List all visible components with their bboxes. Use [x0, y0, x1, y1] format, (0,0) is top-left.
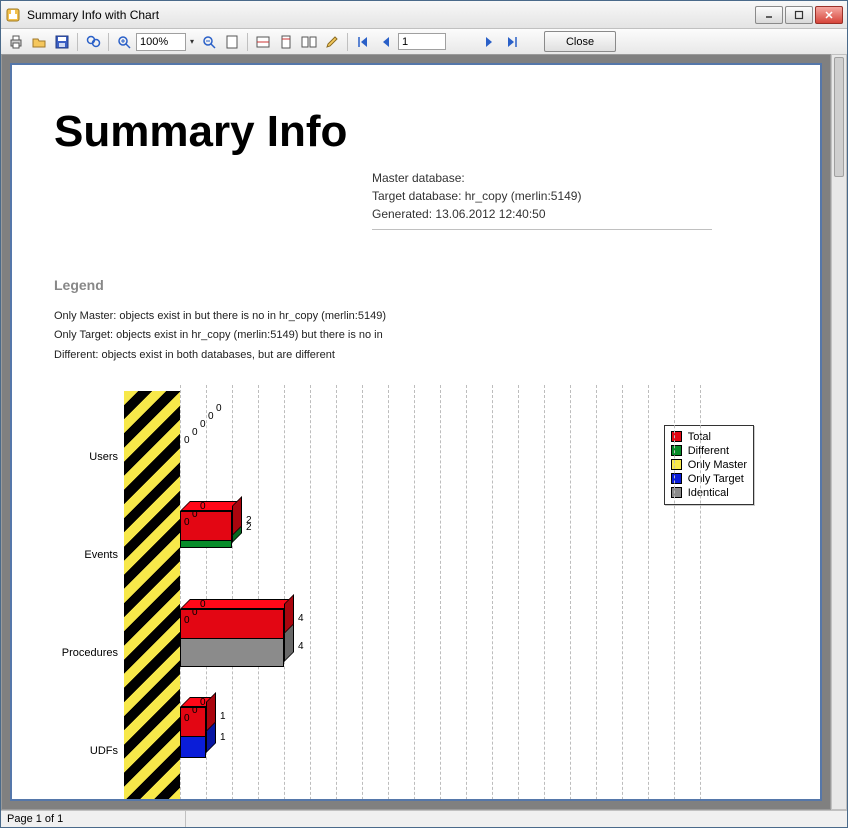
titlebar: Summary Info with Chart	[1, 1, 847, 29]
toolbar-separator	[247, 33, 248, 51]
chart-gridline	[674, 385, 675, 801]
toolbar: 100% ▾ 1 Close	[1, 29, 847, 55]
zoom-dropdown-icon[interactable]: ▾	[187, 33, 197, 51]
legend-line-only-master: Only Master: objects exist in but there …	[54, 307, 778, 326]
edit-icon[interactable]	[321, 32, 343, 52]
legend-descriptions: Only Master: objects exist in but there …	[54, 307, 778, 365]
chart-legend: Total Different Only Master Only Target …	[664, 425, 754, 505]
meta-generated-label: Generated:	[372, 207, 432, 221]
chart-gridline	[648, 385, 649, 801]
chart-gridline	[388, 385, 389, 801]
prev-page-icon[interactable]	[375, 32, 397, 52]
chart-gridline	[622, 385, 623, 801]
last-page-icon[interactable]	[501, 32, 523, 52]
status-page: Page 1 of 1	[1, 811, 186, 827]
window-controls	[755, 6, 843, 24]
chart-category-label: Events	[56, 549, 118, 561]
window-title: Summary Info with Chart	[27, 8, 755, 22]
toolbar-separator	[108, 33, 109, 51]
report-page: Summary Info Master database: Target dat…	[10, 63, 822, 801]
chart-gridline	[700, 385, 701, 801]
legend-swatch-identical	[671, 487, 682, 498]
meta-generated-value: 13.06.2012 12:40:50	[435, 207, 545, 221]
app-icon	[5, 7, 21, 23]
print-icon[interactable]	[5, 32, 27, 52]
page-width-icon[interactable]	[252, 32, 274, 52]
chart-gridline	[518, 385, 519, 801]
statusbar: Page 1 of 1	[1, 810, 847, 827]
window-maximize-button[interactable]	[785, 6, 813, 24]
toolbar-separator	[347, 33, 348, 51]
page-number-input[interactable]: 1	[398, 33, 446, 50]
chart-data-label: 2	[246, 515, 252, 526]
legend-label-identical: Identical	[688, 486, 729, 500]
first-page-icon[interactable]	[352, 32, 374, 52]
chart-zero-labels: 000	[184, 699, 190, 723]
chart-category-label: Procedures	[56, 647, 118, 659]
zoom-value: 100%	[140, 36, 168, 48]
window-close-button[interactable]	[815, 6, 843, 24]
legend-line-only-target: Only Target: objects exist in hr_copy (m…	[54, 326, 778, 345]
two-pages-icon[interactable]	[298, 32, 320, 52]
chart-category-label: UDFs	[56, 745, 118, 757]
next-page-icon[interactable]	[478, 32, 500, 52]
preview-viewport[interactable]: Summary Info Master database: Target dat…	[1, 54, 831, 810]
chart-gridline	[596, 385, 597, 801]
chart-gridline	[544, 385, 545, 801]
vertical-scrollbar[interactable]	[831, 54, 847, 810]
chart-hatch-strip	[124, 391, 180, 801]
scrollbar-thumb[interactable]	[834, 57, 844, 177]
window-minimize-button[interactable]	[755, 6, 783, 24]
whole-page-icon[interactable]	[275, 32, 297, 52]
chart-data-label: 4	[298, 613, 304, 624]
legend-label-only-target: Only Target	[688, 472, 744, 486]
page-number-value: 1	[402, 36, 408, 48]
chart-gridline	[258, 385, 259, 801]
chart-zero-labels: 000	[184, 601, 190, 625]
legend-swatch-only-master	[671, 459, 682, 470]
chart-gridline	[336, 385, 337, 801]
chart-data-label: 1	[220, 732, 226, 743]
chart-category-label: Users	[56, 451, 118, 463]
meta-block: Master database: Target database: hr_cop…	[372, 169, 712, 230]
chart-gridline	[284, 385, 285, 801]
chart-data-label: 4	[298, 641, 304, 652]
save-icon[interactable]	[51, 32, 73, 52]
chart-gridline	[232, 385, 233, 801]
zoom-input[interactable]: 100%	[136, 33, 186, 51]
legend-label-different: Different	[688, 444, 729, 458]
chart-gridline	[310, 385, 311, 801]
open-icon[interactable]	[28, 32, 50, 52]
page-title: Summary Info	[54, 107, 778, 157]
legend-swatch-different	[671, 445, 682, 456]
chart-gridline	[362, 385, 363, 801]
legend-line-different: Different: objects exist in both databas…	[54, 346, 778, 365]
chart-zero-labels: 00000	[184, 405, 190, 445]
chart-gridline	[570, 385, 571, 801]
legend-title: Legend	[54, 277, 778, 293]
toolbar-separator	[77, 33, 78, 51]
zoom-out-icon[interactable]	[198, 32, 220, 52]
chart-data-label: 1	[220, 711, 226, 722]
full-page-icon[interactable]	[221, 32, 243, 52]
find-icon[interactable]	[82, 32, 104, 52]
chart-gridline	[492, 385, 493, 801]
chart-plot-area: Users00000Events22000Procedures44000UDFs…	[124, 385, 644, 801]
meta-divider	[372, 229, 712, 230]
legend-swatch-only-target	[671, 473, 682, 484]
chart-zero-labels: 000	[184, 503, 190, 527]
chart-gridline	[466, 385, 467, 801]
chart-gridline	[440, 385, 441, 801]
chart-gridline	[414, 385, 415, 801]
meta-target-value: hr_copy (merlin:5149)	[465, 189, 582, 203]
legend-swatch-total	[671, 431, 682, 442]
chart: Total Different Only Master Only Target …	[54, 385, 754, 801]
meta-target-label: Target database:	[372, 189, 461, 203]
close-button[interactable]: Close	[544, 31, 616, 52]
meta-master-label: Master database:	[372, 171, 465, 185]
zoom-in-icon[interactable]	[113, 32, 135, 52]
close-button-label: Close	[566, 36, 594, 48]
legend-label-only-master: Only Master	[688, 458, 747, 472]
